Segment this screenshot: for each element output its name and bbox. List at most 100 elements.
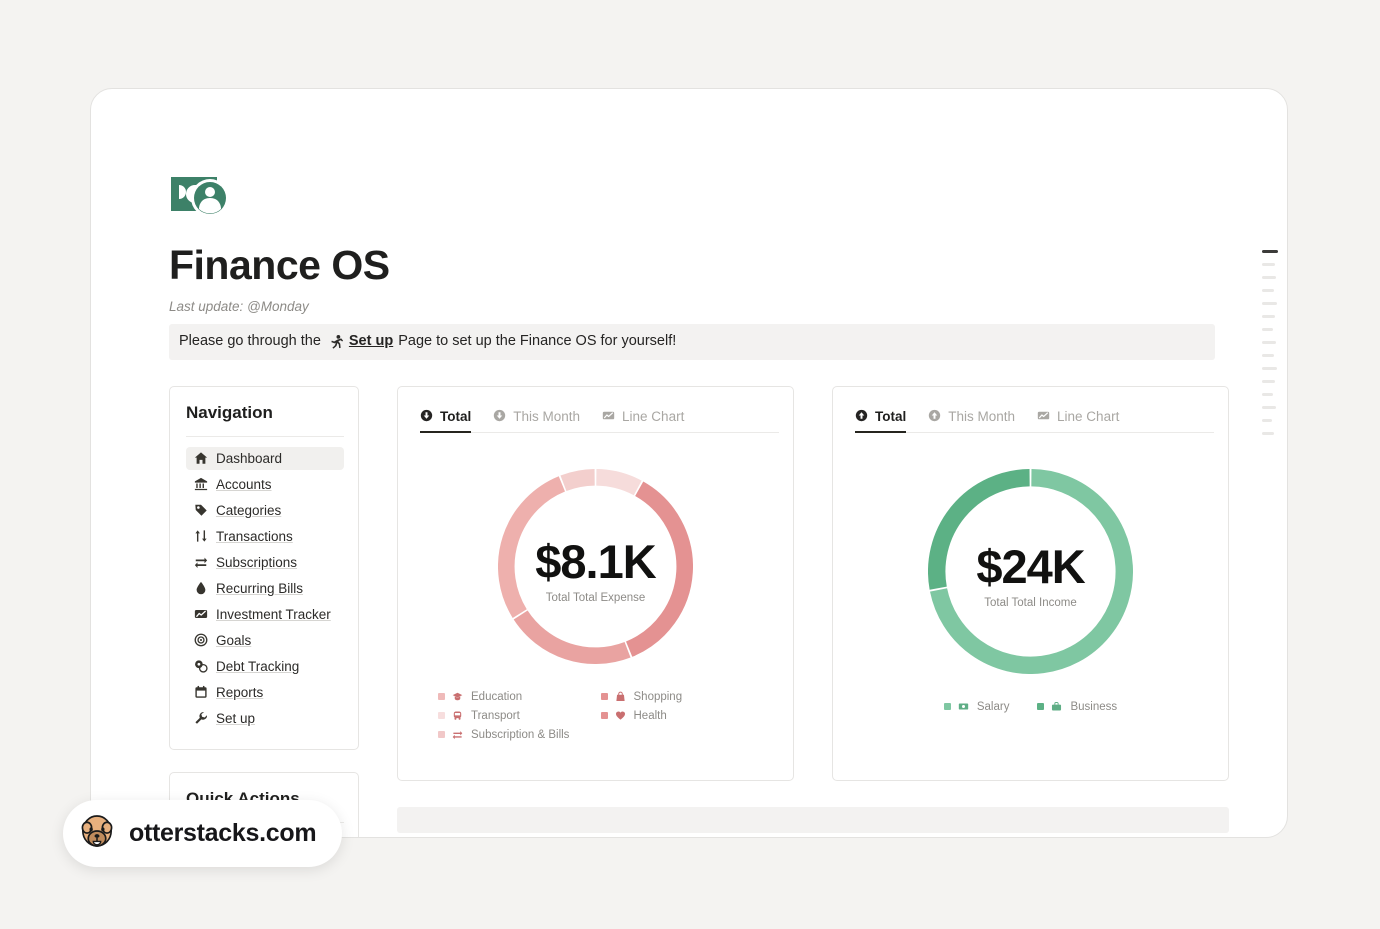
finance-os-logo-icon (169, 171, 231, 221)
sidebar-item-goals[interactable]: Goals (186, 629, 344, 652)
legend-label: Subscription & Bills (471, 728, 570, 741)
sidebar-item-reports[interactable]: Reports (186, 681, 344, 704)
toc-mark-active[interactable] (1262, 250, 1278, 253)
table-of-contents-minimap[interactable] (1262, 250, 1278, 445)
sidebar-item-accounts[interactable]: Accounts (186, 473, 344, 496)
tag-icon (193, 503, 208, 518)
legend-item-shopping: Shopping (600, 690, 754, 703)
callout-text-after: Page to set up the Finance OS for yourse… (398, 333, 677, 350)
toc-mark[interactable] (1262, 380, 1275, 383)
sidebar-item-label: Subscriptions (216, 554, 298, 570)
tab-expense-line-chart[interactable]: Line Chart (602, 409, 684, 433)
toc-mark[interactable] (1262, 419, 1272, 422)
screenshot-stage: Finance OS Last update: @Monday Please g… (0, 0, 1380, 929)
income-total-value: $24K (976, 539, 1085, 593)
tab-expense-total[interactable]: Total (420, 409, 472, 433)
sidebar-item-label: Dashboard (216, 450, 283, 466)
toc-mark[interactable] (1262, 315, 1275, 318)
sidebar-item-recurring-bills[interactable]: Recurring Bills (186, 577, 344, 600)
navigation-title: Navigation (186, 402, 273, 422)
refresh-icon (193, 555, 208, 570)
toc-mark[interactable] (1262, 263, 1275, 266)
bank-icon (193, 477, 208, 492)
income-legend: Salary Business (833, 701, 1228, 713)
toc-mark[interactable] (1262, 302, 1277, 305)
tab-expense-this-month[interactable]: This Month (493, 409, 580, 433)
left-column: Navigation Dashboard Accounts Categories… (169, 385, 359, 837)
toc-mark[interactable] (1262, 276, 1276, 279)
toc-mark[interactable] (1262, 328, 1273, 331)
legend-item-education: Education (438, 691, 591, 703)
arrow-up-circle-icon (928, 409, 942, 423)
bus-icon (452, 710, 464, 722)
legend-swatch (600, 693, 608, 701)
chart-line-icon (1037, 409, 1051, 423)
last-update-text: Last update: @Monday (169, 299, 309, 315)
tab-income-total[interactable]: Total (855, 408, 907, 433)
setup-link[interactable]: Set up (349, 331, 393, 353)
sidebar-item-subscriptions[interactable]: Subscriptions (186, 551, 344, 574)
toc-mark[interactable] (1262, 341, 1276, 344)
toc-mark[interactable] (1262, 367, 1277, 370)
page-columns: Navigation Dashboard Accounts Categories… (169, 385, 1229, 837)
income-chart-card: Total This Month Line Chart $24K Total T… (832, 385, 1229, 781)
legend-label: Shopping (633, 690, 683, 703)
tab-label: Line Chart (1057, 408, 1120, 424)
expense-tabs: Total This Month Line Chart (398, 387, 793, 433)
right-column: Total This Month Line Chart $8.1K Total … (397, 385, 1229, 837)
income-tabs: Total This Month Line Chart (833, 387, 1228, 433)
toc-mark[interactable] (1262, 406, 1276, 409)
legend-item-transport: Transport (438, 710, 591, 722)
legend-label: Education (471, 690, 523, 703)
sidebar-item-categories[interactable]: Categories (186, 499, 344, 522)
briefcase-icon (1051, 701, 1063, 713)
sidebar-item-label: Transactions (216, 528, 293, 544)
sidebar-item-label: Categories (216, 502, 282, 518)
tab-label: This Month (513, 408, 581, 424)
donut-segment (595, 468, 642, 496)
sidebar-item-label: Recurring Bills (216, 580, 304, 596)
toc-mark[interactable] (1262, 289, 1274, 292)
sidebar-item-investment-tracker[interactable]: Investment Tracker (186, 603, 344, 626)
notion-page: Finance OS Last update: @Monday Please g… (169, 171, 1229, 837)
page-frame: Finance OS Last update: @Monday Please g… (90, 88, 1288, 838)
toc-mark[interactable] (1262, 354, 1274, 357)
sidebar-item-dashboard[interactable]: Dashboard (186, 446, 344, 470)
legend-swatch (1037, 703, 1045, 711)
sidebar-item-label: Debt Tracking (216, 658, 300, 674)
sidebar-item-label: Set up (216, 710, 256, 726)
sidebar-item-set-up[interactable]: Set up (186, 707, 344, 730)
legend-item-health: Health (600, 710, 754, 722)
sidebar-item-transactions[interactable]: Transactions (186, 525, 344, 548)
legend-item-salary: Salary (943, 701, 1009, 713)
calendar-icon (193, 685, 208, 700)
legend-swatch (600, 712, 608, 720)
expense-total-label: Total Total Expense (545, 591, 646, 604)
toc-mark[interactable] (1262, 432, 1274, 435)
charts-row: Total This Month Line Chart $8.1K Total … (397, 385, 1229, 781)
tab-income-line-chart[interactable]: Line Chart (1037, 409, 1119, 433)
tab-label: This Month (948, 408, 1016, 424)
income-total-label: Total Total Income (984, 596, 1077, 609)
expense-donut-chart: $8.1K Total Total Expense (498, 468, 693, 669)
refresh-icon (452, 729, 464, 741)
sidebar-item-debt-tracking[interactable]: Debt Tracking (186, 655, 344, 678)
toc-mark[interactable] (1262, 393, 1273, 396)
home-icon (193, 451, 208, 466)
legend-label: Business (1070, 700, 1118, 713)
navigation-divider (186, 435, 344, 437)
watermark-text: otterstacks.com (129, 819, 317, 847)
legend-item-business: Business (1037, 701, 1117, 713)
tab-income-this-month[interactable]: This Month (928, 409, 1015, 433)
coins-icon (193, 659, 208, 674)
watermark-badge: otterstacks.com (63, 800, 343, 867)
income-donut-wrap: $24K Total Total Income (833, 468, 1228, 679)
money-card-icon (958, 701, 970, 713)
chart-line-icon (602, 409, 616, 423)
expense-donut-center: $8.1K Total Total Expense (498, 534, 693, 604)
tab-label: Total (875, 408, 907, 424)
setup-callout: Please go through the Set up Page to set… (169, 324, 1215, 360)
donut-segment (513, 610, 631, 664)
expense-donut-wrap: $8.1K Total Total Expense (398, 468, 793, 669)
income-donut-chart: $24K Total Total Income (928, 468, 1133, 679)
